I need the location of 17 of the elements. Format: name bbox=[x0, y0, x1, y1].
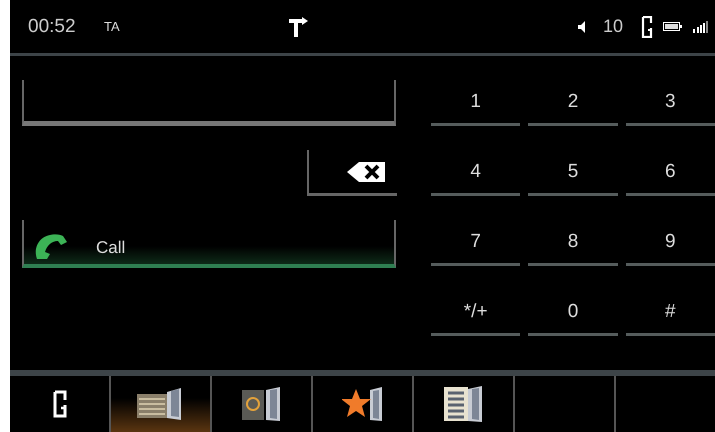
signal-icon bbox=[693, 20, 709, 32]
backspace-icon bbox=[347, 162, 385, 182]
handset-icon bbox=[34, 232, 68, 260]
call-button[interactable]: Call bbox=[22, 220, 396, 268]
number-field[interactable] bbox=[22, 80, 396, 126]
turn-arrow-icon bbox=[288, 16, 310, 36]
speaker-icon bbox=[578, 20, 587, 32]
bottom-tab[interactable] bbox=[109, 376, 210, 432]
volume-level: 10 bbox=[602, 16, 623, 37]
address-book-icon bbox=[242, 386, 282, 422]
phone-icon bbox=[52, 390, 68, 418]
star-icon bbox=[342, 386, 384, 422]
battery-icon bbox=[663, 22, 683, 31]
list-icon bbox=[444, 385, 484, 423]
phone-icon bbox=[641, 16, 653, 38]
traffic-announcement-label: TA bbox=[104, 19, 120, 34]
clock-time: 00:52 bbox=[28, 16, 77, 38]
